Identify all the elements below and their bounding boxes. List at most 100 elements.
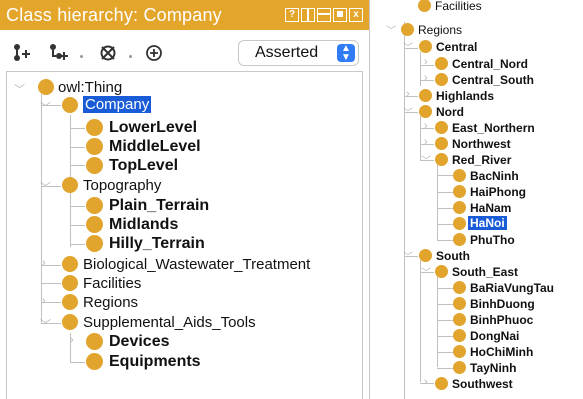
chevron-down-icon[interactable]: ﹀ — [403, 104, 413, 119]
chevron-updown-icon[interactable]: ▲ ▼ — [337, 44, 355, 63]
chevron-right-icon[interactable]: › — [42, 295, 46, 307]
class-node-icon — [62, 294, 78, 310]
tree-label: Devices — [109, 333, 170, 350]
tree-label: Southwest — [452, 377, 513, 391]
tree-label: South — [436, 249, 470, 263]
tree-label: HaNam — [470, 201, 512, 215]
chevron-right-icon[interactable]: › — [406, 88, 410, 100]
tree-label: Central — [436, 40, 478, 54]
tree-label: South_East — [452, 265, 519, 279]
help-icon[interactable]: ? — [285, 8, 299, 22]
class-node-icon — [86, 353, 103, 370]
class-node-icon — [453, 185, 466, 198]
chevron-down-icon[interactable]: ﹀ — [403, 39, 413, 54]
chevron-right-icon[interactable]: › — [424, 120, 428, 132]
tree-row-facilities[interactable]: Facilities — [384, 0, 583, 24]
tree-label: BaRiaVungTau — [470, 281, 555, 295]
chevron-down-icon[interactable]: ﹀ — [40, 316, 51, 332]
tree-label: Nord — [436, 105, 464, 119]
split-horizontal-icon[interactable] — [317, 8, 331, 22]
tree-row-class[interactable]: Equipments — [0, 352, 360, 372]
class-node-icon — [453, 345, 466, 358]
class-node-icon — [86, 235, 103, 252]
chevron-right-icon[interactable]: › — [42, 257, 46, 269]
chevron-down-icon[interactable]: ﹀ — [386, 22, 396, 37]
tree-row-company[interactable]: ﹀ Company — [0, 96, 360, 116]
tree-label: HoChiMinh — [470, 345, 534, 359]
tree-row-class[interactable]: Plain_Terrain — [0, 196, 360, 216]
tree-label: TayNinh — [470, 361, 517, 375]
class-node-icon — [86, 216, 103, 233]
hierarchy-mode-select[interactable]: Asserted ▲ ▼ — [238, 40, 359, 66]
class-node-icon — [401, 23, 414, 36]
tree-row-supplemental[interactable]: ﹀ Supplemental_Aids_Tools — [0, 313, 360, 333]
tree-label: Regions — [418, 23, 463, 37]
chevron-right-icon[interactable]: › — [424, 376, 428, 388]
tree-row-facilities[interactable]: Facilities — [0, 274, 360, 294]
class-node-icon — [435, 377, 448, 390]
toolbar-separator — [80, 55, 83, 58]
delete-class-icon[interactable] — [98, 43, 118, 63]
tree-row-class[interactable]: Midlands — [0, 215, 360, 235]
class-node-icon — [419, 249, 432, 262]
class-node-icon — [86, 138, 103, 155]
class-node-icon — [435, 57, 448, 70]
tree-row-class[interactable]: TopLevel — [0, 156, 360, 176]
class-node-icon — [435, 153, 448, 166]
tree-row-southwest[interactable]: › Southwest — [384, 376, 583, 396]
chevron-down-icon[interactable]: ﹀ — [421, 152, 431, 167]
tree-label: Northwest — [452, 137, 511, 151]
chevron-down-icon[interactable]: ﹀ — [14, 81, 25, 97]
maximize-icon[interactable] — [333, 8, 347, 22]
class-node-icon — [419, 105, 432, 118]
chevron-right-icon[interactable]: › — [424, 136, 428, 148]
tree-label: Midlands — [109, 216, 179, 233]
add-subclass-icon[interactable] — [12, 43, 32, 63]
class-node-icon — [453, 329, 466, 342]
tree-label: East_Northern — [452, 121, 535, 135]
class-node-icon — [62, 256, 78, 272]
class-node-icon — [435, 137, 448, 150]
class-node-icon — [419, 89, 432, 102]
tree-label: Plain_Terrain — [109, 197, 210, 214]
tree-label: DongNai — [470, 329, 520, 343]
tree-row-class[interactable]: Hilly_Terrain — [0, 234, 360, 254]
tree-label: Facilities — [83, 275, 142, 292]
chevron-down-icon[interactable]: ﹀ — [40, 99, 51, 115]
window-controls: ? x — [285, 8, 363, 22]
tree-label: Equipments — [109, 353, 201, 370]
tree-row-biological[interactable]: › Biological_Wastewater_Treatment — [0, 255, 360, 275]
class-node-icon — [453, 361, 466, 374]
tree-label-selected: Company — [83, 96, 152, 113]
split-vertical-icon[interactable] — [301, 8, 315, 22]
tree-label: Central_Nord — [452, 57, 529, 71]
tree-row-owl-thing[interactable]: ﹀ owl:Thing — [0, 78, 360, 98]
tree-row-class[interactable]: MiddleLevel — [0, 137, 360, 157]
panel-divider — [369, 0, 370, 399]
tree-label: BinhPhuoc — [470, 313, 534, 327]
add-sibling-class-icon[interactable] — [48, 43, 68, 63]
chevron-right-icon[interactable]: › — [424, 72, 428, 84]
class-node-icon — [419, 40, 432, 53]
tree-row-regions[interactable]: › Regions — [0, 293, 360, 313]
class-hierarchy-panel: Class hierarchy: Company ? x Asserted ▲ … — [0, 0, 369, 399]
tree-label: Supplemental_Aids_Tools — [83, 314, 256, 331]
class-node-icon — [86, 157, 103, 174]
chevron-down-icon[interactable]: ﹀ — [40, 179, 51, 195]
tree-row-topography[interactable]: ﹀ Topography — [0, 176, 360, 196]
hierarchy-mode-value: Asserted — [255, 44, 319, 61]
plus-circle-icon[interactable] — [144, 43, 164, 63]
tree-row-devices[interactable]: › Devices — [0, 332, 360, 352]
tree-label: PhuTho — [470, 233, 515, 247]
class-node-icon — [453, 169, 466, 182]
tree-label: BacNinh — [470, 169, 519, 183]
chevron-right-icon[interactable]: › — [424, 56, 428, 68]
class-node-icon — [453, 313, 466, 326]
class-node-icon — [62, 97, 78, 113]
toolbar-separator — [129, 55, 132, 58]
close-icon[interactable]: x — [349, 8, 363, 22]
chevron-down-icon[interactable]: ﹀ — [421, 264, 431, 279]
chevron-right-icon[interactable]: › — [70, 334, 74, 346]
chevron-down-icon[interactable]: ﹀ — [403, 248, 413, 263]
tree-row-class[interactable]: LowerLevel — [0, 118, 360, 138]
